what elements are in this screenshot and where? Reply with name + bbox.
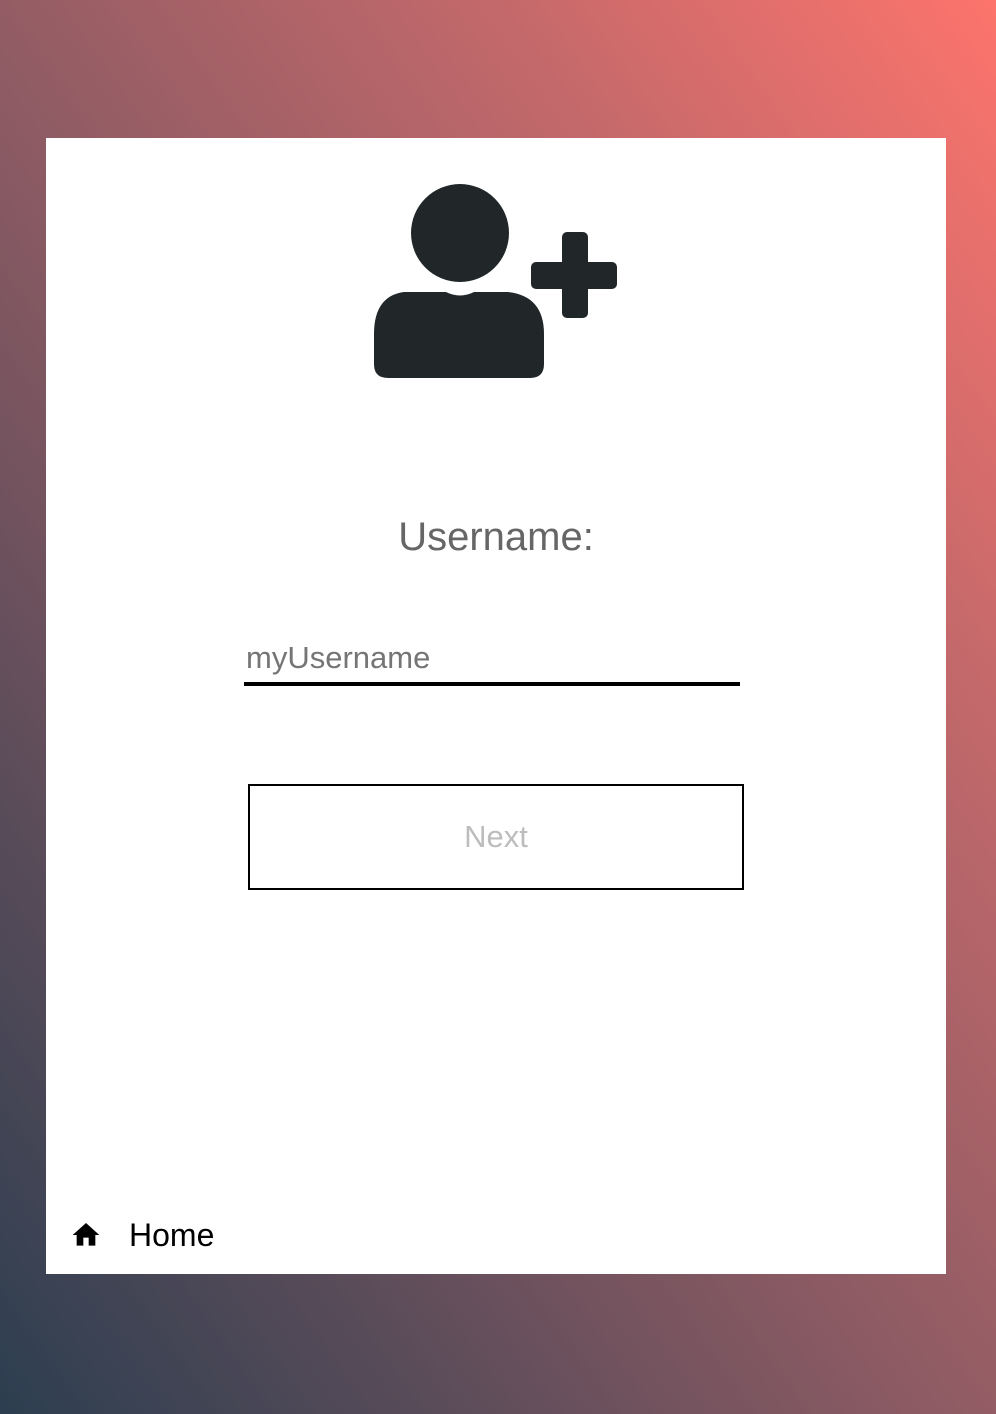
home-label: Home xyxy=(129,1217,215,1253)
next-button[interactable]: Next xyxy=(248,784,744,890)
username-label: Username: xyxy=(398,515,594,559)
add-user-icon xyxy=(374,184,617,378)
username-input[interactable] xyxy=(244,634,740,686)
home-icon xyxy=(72,1223,100,1246)
home-link[interactable]: Home xyxy=(70,1214,214,1256)
